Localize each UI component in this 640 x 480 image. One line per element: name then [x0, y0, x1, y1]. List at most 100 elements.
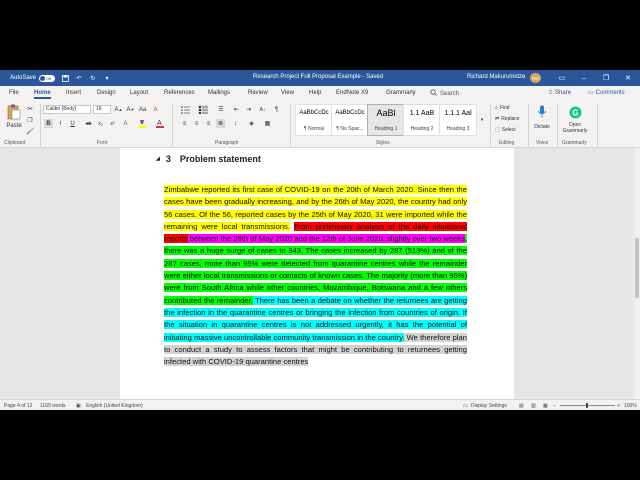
justify-icon[interactable]: ≣	[216, 119, 225, 128]
scrollbar-thumb[interactable]	[635, 238, 639, 298]
tab-insert[interactable]: Insert	[66, 90, 81, 96]
tab-grammarly[interactable]: Grammarly	[386, 90, 416, 96]
dictate-button[interactable]: Dictate	[530, 123, 554, 131]
autosave-state: Off	[46, 75, 52, 81]
tab-view[interactable]: View	[281, 90, 294, 96]
section-heading[interactable]: ◢ 3 Problem statement	[156, 154, 261, 164]
multilevel-list-icon[interactable]: ☰	[216, 105, 226, 114]
problem-statement-paragraph[interactable]: Zimbabwe reported its first case of COVI…	[164, 184, 467, 368]
tab-layout[interactable]: Layout	[130, 90, 148, 96]
collapse-heading-icon[interactable]: ◢	[156, 156, 160, 162]
zoom-slider-knob[interactable]	[586, 403, 588, 408]
tab-endnote[interactable]: EndNote X9	[336, 90, 368, 96]
highlight-color-icon[interactable]	[137, 119, 146, 128]
customize-quick-access-icon[interactable]: ▾	[103, 74, 111, 82]
align-right-icon[interactable]: ≡	[204, 119, 213, 128]
tab-references[interactable]: References	[164, 90, 195, 96]
zoom-in-icon[interactable]: +	[617, 403, 620, 409]
autosave-switch[interactable]: Off	[39, 74, 56, 82]
shading-icon[interactable]: ◈	[247, 119, 256, 128]
style-heading-2[interactable]: 1.1 AaB Heading 2	[403, 104, 441, 136]
grammarly-icon[interactable]: G	[567, 104, 583, 120]
style-normal[interactable]: AaBbCcDc ¶ Normal	[295, 104, 333, 136]
page-info[interactable]: Page 4 of 12	[4, 403, 32, 409]
text-run-magenta[interactable]: between the 26th of May 2020 and the 12t…	[187, 234, 465, 244]
line-spacing-icon[interactable]: ↕	[231, 119, 240, 128]
share-button[interactable]: ⇪ Share	[548, 89, 571, 97]
status-bar: Page 4 of 12 1169 words ▣ English (Unite…	[0, 399, 640, 410]
paste-button[interactable]: Paste	[4, 122, 24, 130]
focus-mode-icon[interactable]: ▤	[519, 403, 524, 409]
autosave-toggle[interactable]: AutoSave Off	[10, 74, 56, 82]
undo-icon[interactable]: ↶	[75, 74, 83, 82]
replace-button[interactable]: ⇄ Replace	[495, 115, 520, 123]
display-settings[interactable]: Display Settings	[471, 403, 507, 409]
ribbon-display-options-icon[interactable]: ▭	[556, 73, 568, 83]
zoom-level[interactable]: 100%	[624, 403, 637, 409]
bold-button[interactable]: B	[44, 119, 53, 128]
tab-review[interactable]: Review	[248, 90, 268, 96]
web-layout-icon[interactable]: ▦	[543, 403, 548, 409]
change-case-icon[interactable]: Aa	[138, 105, 147, 114]
tab-mailings[interactable]: Mailings	[208, 90, 230, 96]
display-settings-icon[interactable]: ▭	[463, 403, 468, 409]
document-canvas[interactable]: ◢ 3 Problem statement Zimbabwe reported …	[0, 148, 634, 399]
font-color-icon[interactable]: A	[155, 119, 164, 128]
styles-more-icon[interactable]: ▾	[479, 106, 485, 134]
svg-text:A: A	[157, 120, 162, 127]
subscript-button[interactable]: x₂	[96, 119, 105, 128]
restore-icon[interactable]: ❐	[600, 73, 612, 83]
zoom-slider[interactable]	[560, 403, 615, 408]
save-icon[interactable]	[61, 74, 69, 82]
bullets-icon[interactable]	[180, 105, 190, 114]
search-box[interactable]: Search	[430, 89, 459, 98]
sort-icon[interactable]: A↓	[258, 105, 267, 114]
superscript-button[interactable]: x²	[108, 119, 117, 128]
strikethrough-button[interactable]: ab	[84, 119, 93, 128]
format-painter-icon[interactable]: 🖌	[26, 127, 34, 135]
decrease-indent-icon[interactable]: ⇤	[232, 105, 241, 114]
align-center-icon[interactable]: ≡	[192, 119, 201, 128]
user-name[interactable]: Richard Makurumidze	[467, 74, 525, 80]
select-button[interactable]: ⬚ Select	[495, 126, 516, 134]
proofing-icon[interactable]: ▣	[76, 403, 81, 409]
italic-button[interactable]: I	[56, 119, 65, 128]
word-count[interactable]: 1169 words	[40, 403, 65, 409]
numbering-icon[interactable]	[198, 105, 208, 114]
language[interactable]: English (United Kingdom)	[86, 403, 143, 409]
minimize-icon[interactable]: –	[578, 73, 590, 83]
avatar[interactable]: RM	[530, 73, 541, 83]
style-heading-3[interactable]: 1.1.1 Aal Heading 3	[439, 104, 477, 136]
zoom-out-icon[interactable]: −	[553, 403, 556, 409]
align-left-icon[interactable]: ≡	[180, 119, 189, 128]
copy-icon[interactable]: ❐	[26, 116, 34, 124]
style-heading-1[interactable]: AaBl Heading 1	[367, 104, 405, 136]
tab-design[interactable]: Design	[97, 90, 116, 96]
clear-formatting-icon[interactable]: A	[151, 105, 160, 114]
shrink-font-icon[interactable]: A ▼	[126, 105, 135, 114]
tab-file[interactable]: File	[9, 90, 19, 96]
borders-icon[interactable]: ▦	[263, 119, 272, 128]
show-formatting-marks-icon[interactable]: ¶	[272, 105, 281, 114]
tab-home[interactable]: Home	[34, 90, 51, 99]
font-name-dropdown[interactable]: Calibri (Body)	[43, 105, 91, 114]
search-input[interactable]: Search	[440, 91, 459, 97]
text-run-green[interactable]: , there was a huge surge of cases to 343…	[164, 234, 467, 305]
cut-icon[interactable]: ✂	[26, 105, 34, 113]
find-button[interactable]: ⌕ Find	[495, 104, 510, 112]
style-no-spacing[interactable]: AaBbCcDc ¶ No Spac...	[331, 104, 369, 136]
print-layout-icon[interactable]: ▥	[531, 403, 536, 409]
vertical-scrollbar[interactable]	[634, 148, 640, 399]
increase-indent-icon[interactable]: ⇥	[244, 105, 253, 114]
text-effects-icon[interactable]: A	[121, 119, 130, 128]
grow-font-icon[interactable]: A ▲	[114, 105, 123, 114]
paste-icon[interactable]	[6, 104, 22, 120]
tab-help[interactable]: Help	[309, 90, 321, 96]
underline-button[interactable]: U	[68, 119, 77, 128]
close-icon[interactable]: ✕	[622, 73, 634, 83]
redo-icon[interactable]: ↻	[89, 74, 97, 82]
font-size-dropdown[interactable]: 16	[93, 105, 111, 114]
open-grammarly-label-2[interactable]: Grammarly	[561, 128, 589, 134]
microphone-icon[interactable]	[533, 104, 551, 120]
comments-button[interactable]: ▭ Comments	[588, 89, 625, 97]
